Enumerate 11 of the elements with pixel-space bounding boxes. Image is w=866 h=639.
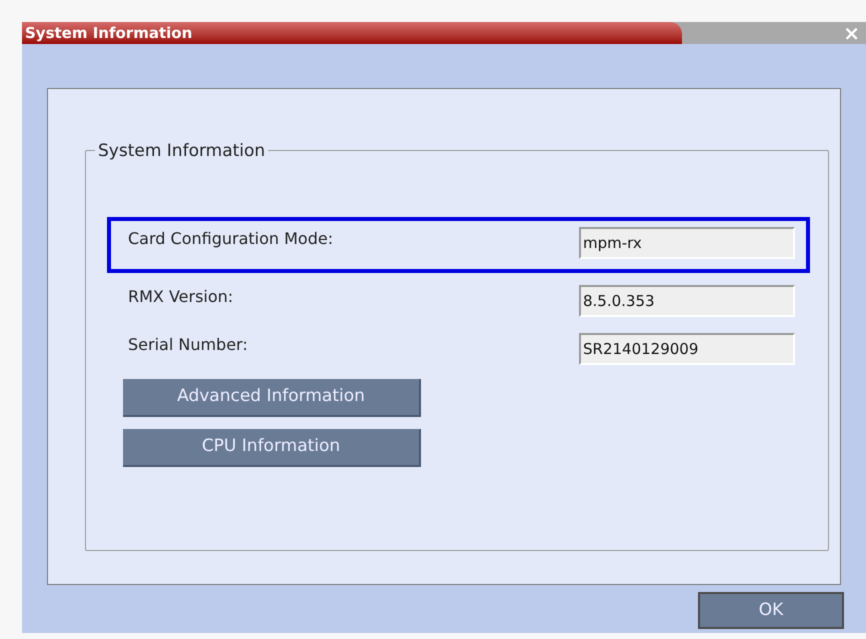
field-label: RMX Version: [128,286,234,308]
info-button[interactable]: Advanced Information [123,379,421,417]
close-button[interactable]: × [843,23,860,43]
field-label: Card Configuration Mode: [128,228,334,250]
ok-button[interactable]: OK [698,592,844,629]
readonly-field[interactable]: mpm-rx [579,227,795,259]
field-label: Serial Number: [128,334,248,356]
info-button[interactable]: CPU Information [123,429,421,467]
window-title: System Information [25,22,192,44]
readonly-field[interactable]: 8.5.0.353 [579,285,795,317]
readonly-field[interactable]: SR2140129009 [579,333,795,365]
